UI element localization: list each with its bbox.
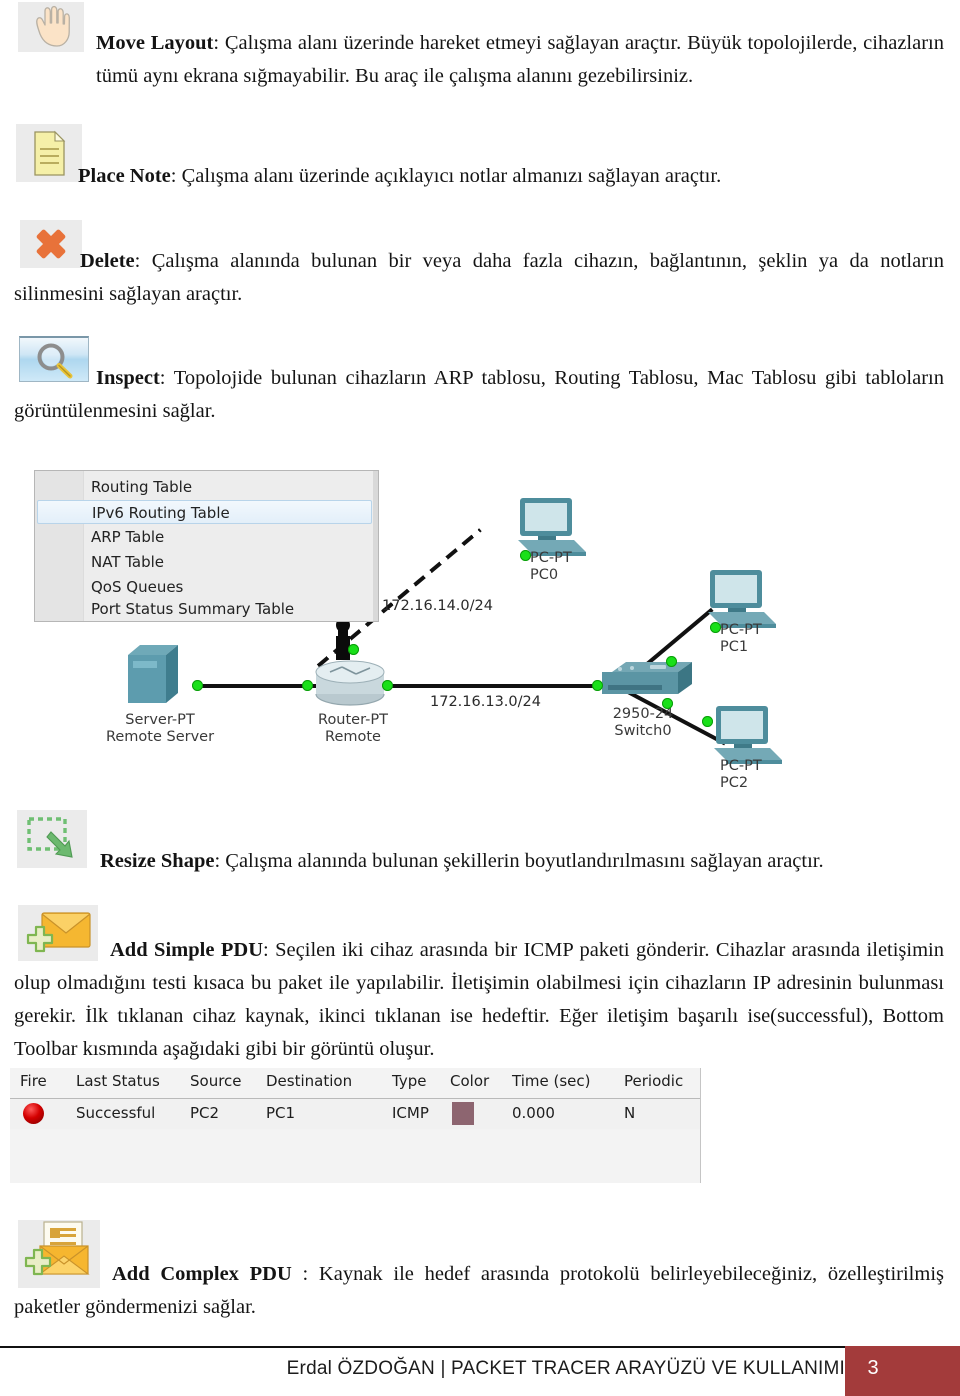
footer-divider — [0, 1346, 960, 1348]
pdu-col-type: Type — [392, 1072, 427, 1090]
pdu-col-fire: Fire — [20, 1072, 47, 1090]
port-dot-switch-down — [662, 698, 673, 709]
resize-shape-paragraph: Resize Shape: Çalışma alanında bulunan ş… — [100, 845, 944, 878]
server-device-icon[interactable] — [122, 641, 188, 709]
add-complex-pdu-term: Add Complex PDU — [112, 1263, 292, 1285]
pdu-table-row[interactable]: Successful PC2 PC1 ICMP 0.000 N — [10, 1099, 700, 1129]
note-icon — [34, 130, 66, 176]
mouse-cursor-icon — [336, 617, 350, 660]
context-menu-scrollbar[interactable] — [373, 471, 378, 621]
port-dot-router-up — [348, 644, 359, 655]
switch-device-label: 2950-24 Switch0 — [578, 706, 708, 740]
add-simple-pdu-paragraph: Add Simple PDU: Seçilen iki cihaz arasın… — [14, 934, 944, 1066]
menu-item-qos-queues[interactable]: QoS Queues — [87, 575, 183, 599]
move-layout-body: : Çalışma alanı üzerinde hareket etmeyi … — [96, 32, 944, 87]
place-note-paragraph: Place Note: Çalışma alanı üzerinde açıkl… — [78, 160, 944, 193]
pc0-model: PC-PT — [530, 550, 572, 566]
packet-tracer-topology-figure: Server-PT Remote Server Router-PT Remote — [30, 466, 782, 796]
pdu-col-time: Time (sec) — [512, 1072, 591, 1090]
server-name: Remote Server — [105, 729, 215, 745]
switch-name: Switch0 — [614, 723, 672, 739]
pc1-model: PC-PT — [720, 622, 762, 638]
delete-paragraph: Delete: Çalışma alanında bulunan bir vey… — [14, 245, 944, 311]
pc2-name: PC2 — [720, 775, 749, 791]
resize-arrow-icon — [27, 817, 73, 858]
menu-item-port-status-summary-table[interactable]: Port Status Summary Table — [87, 597, 294, 621]
subnet-label-2: 172.16.13.0/24 — [430, 694, 541, 710]
router-name: Remote — [325, 729, 381, 745]
subnet-label-1: 172.16.14.0/24 — [382, 598, 493, 614]
add-complex-pdu-paragraph: Add Complex PDU : Kaynak ile hedef arası… — [14, 1258, 944, 1324]
port-dot-router-right — [382, 680, 393, 691]
hand-icon — [36, 5, 70, 47]
document-page: Move Layout: Çalışma alanı üzerinde hare… — [0, 0, 960, 1396]
footer-page-number: 3 — [867, 1357, 879, 1379]
pc0-name: PC0 — [530, 567, 559, 583]
pdu-cell-type: ICMP — [392, 1104, 429, 1122]
pc1-device-icon[interactable] — [702, 568, 782, 630]
pc2-model: PC-PT — [720, 758, 762, 774]
port-dot-switch-up — [666, 656, 677, 667]
add-simple-pdu-term: Add Simple PDU — [110, 939, 264, 961]
place-note-icon-box[interactable] — [16, 124, 82, 182]
resize-shape-term: Resize Shape — [100, 850, 215, 872]
router-model: Router-PT — [318, 712, 388, 728]
pdu-cell-color-swatch — [452, 1102, 474, 1125]
port-dot-switch-left — [592, 680, 603, 691]
pdu-table-header-row: Fire Last Status Source Destination Type… — [10, 1068, 700, 1099]
pdu-cell-source: PC2 — [190, 1104, 220, 1122]
move-layout-paragraph: Move Layout: Çalışma alanı üzerinde hare… — [96, 27, 944, 93]
delete-body: : Çalışma alanında bulunan bir veya daha… — [14, 250, 944, 305]
server-model: Server-PT — [125, 712, 195, 728]
pc2-device-label: PC-PT PC2 — [720, 758, 830, 792]
menu-item-routing-table[interactable]: Routing Table — [87, 475, 192, 499]
inspect-context-menu[interactable]: Routing Table IPv6 Routing Table ARP Tab… — [34, 470, 379, 622]
context-menu-gutter — [35, 471, 84, 621]
port-dot-router-left — [302, 680, 313, 691]
router-device-label: Router-PT Remote — [288, 712, 418, 746]
pdu-col-source: Source — [190, 1072, 242, 1090]
pdu-col-destination: Destination — [266, 1072, 353, 1090]
inspect-paragraph: Inspect: Topolojide bulunan cihazların A… — [14, 362, 944, 428]
pc0-device-icon[interactable] — [512, 496, 592, 558]
port-dot-pc2 — [702, 716, 713, 727]
pdu-cell-destination: PC1 — [266, 1104, 296, 1122]
delete-term: Delete — [80, 250, 135, 272]
pdu-cell-periodic: N — [624, 1104, 636, 1122]
pdu-cell-time: 0.000 — [512, 1104, 555, 1122]
pdu-result-table: Fire Last Status Source Destination Type… — [10, 1068, 701, 1183]
switch-device-icon[interactable] — [598, 658, 694, 706]
pc1-name: PC1 — [720, 639, 749, 655]
pdu-cell-last-status: Successful — [76, 1104, 156, 1122]
menu-item-nat-table[interactable]: NAT Table — [87, 550, 164, 574]
menu-item-arp-table[interactable]: ARP Table — [87, 525, 164, 549]
pc0-device-label: PC-PT PC0 — [530, 550, 640, 584]
resize-shape-body: : Çalışma alanında bulunan şekillerin bo… — [214, 850, 824, 872]
pc1-device-label: PC-PT PC1 — [720, 622, 830, 656]
port-dot-pc0 — [520, 550, 531, 561]
port-dot-pc1 — [710, 622, 721, 633]
port-dot-server — [192, 680, 203, 691]
resize-shape-icon-box[interactable] — [17, 810, 87, 868]
place-note-body: : Çalışma alanı üzerinde açıklayıcı notl… — [170, 165, 722, 187]
server-device-label: Server-PT Remote Server — [90, 712, 230, 746]
place-note-term: Place Note — [78, 165, 171, 187]
move-layout-icon-box[interactable] — [18, 2, 84, 52]
pdu-col-periodic: Periodic — [624, 1072, 684, 1090]
fire-button[interactable] — [23, 1103, 44, 1124]
pdu-col-last-status: Last Status — [76, 1072, 160, 1090]
pc2-device-icon[interactable] — [708, 704, 788, 766]
pdu-col-color: Color — [450, 1072, 490, 1090]
inspect-term: Inspect — [96, 367, 160, 389]
move-layout-term: Move Layout — [96, 32, 214, 54]
footer-attribution: Erdal ÖZDOĞAN | PACKET TRACER ARAYÜZÜ VE… — [286, 1358, 845, 1379]
menu-item-ipv6-routing-table[interactable]: IPv6 Routing Table — [37, 500, 372, 524]
